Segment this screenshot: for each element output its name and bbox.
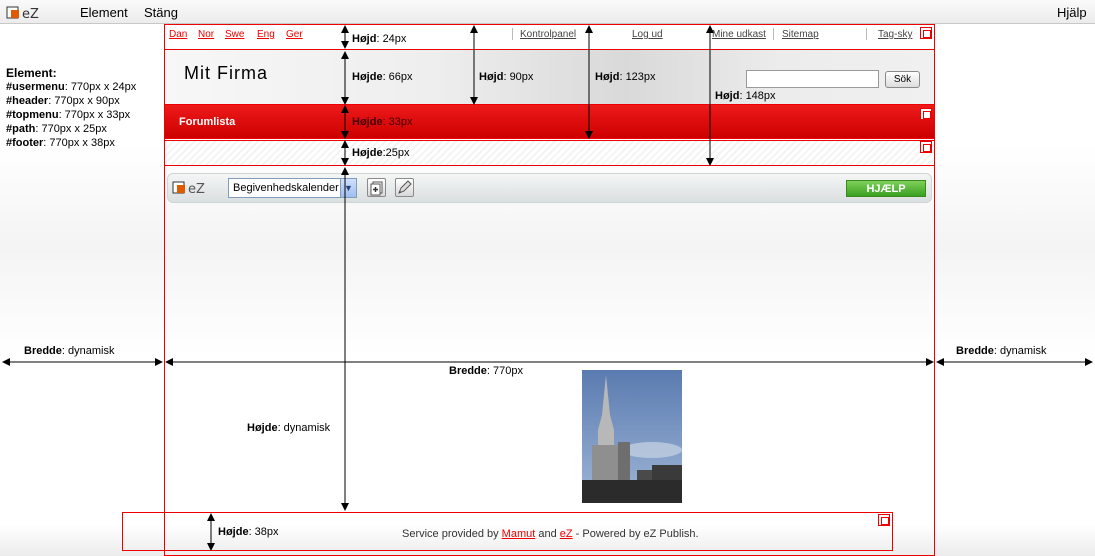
label-height-66: Højde: 66px [352,71,413,83]
usermenu-frame [164,24,935,50]
ez-logo-icon: eZ [6,6,39,20]
app-menubar: eZ Element Stäng Hjälp [0,0,1095,24]
legend-row: #topmenu: 770px x 33px [6,109,131,121]
element-legend: Element: #usermenu: 770px x 24px #header… [6,66,136,150]
resize-icon[interactable] [920,141,932,153]
label-height-topmenu: Højde: 33px [352,116,413,128]
path-frame [164,140,935,166]
topmenu-frame [164,104,935,139]
legend-row: #path: 770px x 25px [6,123,107,135]
label-height-148: Højd: 148px [715,90,776,102]
menu-close[interactable]: Stäng [144,5,178,20]
label-width-left: Bredde: dynamisk [24,345,115,357]
label-height-usermenu: Højd: 24px [352,33,407,45]
resize-icon[interactable] [920,27,932,39]
legend-row: #usermenu: 770px x 24px [6,81,137,93]
label-height-dynamic: Højde: dynamisk [247,422,331,434]
resize-icon[interactable] [878,514,890,526]
label-width-right: Bredde: dynamisk [956,345,1047,357]
svg-text:eZ: eZ [22,7,39,20]
menu-element[interactable]: Element [80,5,128,20]
label-width-content: Bredde: 770px [449,365,523,377]
label-height-path: Højde:25px [352,147,410,159]
label-height-123: Højd: 123px [595,71,656,83]
menu-help[interactable]: Hjälp [1057,5,1087,20]
label-height-footer: Højde: 38px [218,526,279,538]
label-height-90: Højd: 90px [479,71,534,83]
legend-title: Element: [6,66,57,80]
legend-row: #header: 770px x 90px [6,95,120,107]
resize-icon[interactable] [920,108,932,120]
legend-row: #footer: 770px x 38px [6,137,115,149]
